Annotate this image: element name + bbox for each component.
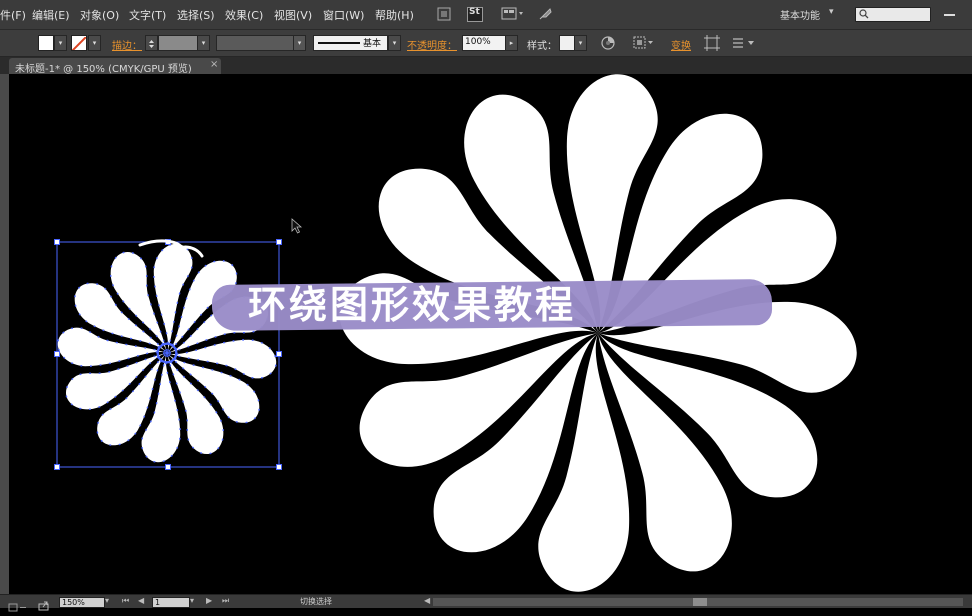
selection-handle[interactable] <box>276 239 282 245</box>
chevron-down-icon[interactable]: ▾ <box>829 7 834 17</box>
menu-bar: 件(F) 编辑(E) 对象(O) 文字(T) 选择(S) 效果(C) 视图(V)… <box>0 0 972 30</box>
brush-chevron-icon[interactable]: ▾ <box>388 35 401 51</box>
stroke-weight-chevron-icon[interactable]: ▾ <box>197 35 210 51</box>
brush-definition-field[interactable]: 基本 <box>313 35 388 51</box>
arrange-documents-icon[interactable] <box>500 5 526 23</box>
menu-object[interactable]: 对象(O) <box>80 7 119 23</box>
workspace-switcher[interactable]: 基本功能 <box>780 7 820 22</box>
stroke-none-swatch[interactable] <box>71 35 87 51</box>
search-icon <box>859 9 869 19</box>
zoom-chevron-icon[interactable]: ▾ <box>105 596 109 605</box>
zoom-level-input[interactable]: 150% <box>59 597 105 608</box>
menu-effect[interactable]: 效果(C) <box>225 7 263 23</box>
tool-panel-edge <box>0 74 9 594</box>
stroke-dropdown-chevron-icon[interactable]: ▾ <box>88 35 101 51</box>
menu-type[interactable]: 文字(T) <box>129 7 166 23</box>
search-input[interactable] <box>855 7 931 22</box>
fill-dropdown-chevron-icon[interactable]: ▾ <box>54 35 67 51</box>
large-spiral-flower[interactable] <box>325 74 871 594</box>
selection-handle[interactable] <box>54 239 60 245</box>
align-to-icon[interactable] <box>633 35 655 51</box>
document-tab-title: 未标题-1* @ 150% (CMYK/GPU 预览) <box>15 64 192 75</box>
status-bar: 150% ▾ ⏮ ◀ 1 ▾ ▶ ⏭ 切换选择 ◀ <box>0 594 972 612</box>
gpu-performance-icon[interactable] <box>536 5 554 23</box>
menu-help[interactable]: 帮助(H) <box>375 7 414 23</box>
transform-label[interactable]: 变换 <box>671 37 691 52</box>
artboard-chevron-icon[interactable]: ▾ <box>190 596 194 605</box>
share-icon[interactable] <box>38 596 50 611</box>
title-banner-text: 环绕图形效果教程 <box>248 283 577 327</box>
status-text[interactable]: 切换选择 <box>300 596 332 607</box>
mouse-cursor-icon <box>291 218 303 234</box>
panel-menu-icon[interactable] <box>731 35 759 51</box>
control-bar: ▾ ▾ 描边： ▾ ▾ 基本 ▾ 不透明度： 100% ▸ 样式： ▾ 变换 <box>0 30 972 57</box>
menu-select[interactable]: 选择(S) <box>177 7 215 23</box>
selection-handle[interactable] <box>54 351 60 357</box>
last-artboard-icon[interactable]: ⏭ <box>222 596 229 606</box>
stroke-label[interactable]: 描边： <box>112 37 142 52</box>
minimize-button[interactable] <box>942 5 958 19</box>
brush-style-label: 基本 <box>363 39 382 49</box>
artwork-svg <box>51 74 871 594</box>
menu-file[interactable]: 件(F) <box>0 7 26 23</box>
opacity-input[interactable]: 100% <box>462 35 506 51</box>
first-artboard-icon[interactable]: ⏮ <box>122 596 129 606</box>
graphic-style-chevron-icon[interactable]: ▾ <box>574 35 587 51</box>
document-tab[interactable]: 未标题-1* @ 150% (CMYK/GPU 预览) × <box>9 58 221 75</box>
scroll-left-icon[interactable]: ◀ <box>424 596 430 605</box>
menu-edit[interactable]: 编辑(E) <box>32 7 70 23</box>
previous-artboard-icon[interactable]: ◀ <box>138 596 144 605</box>
menu-view[interactable]: 视图(V) <box>274 7 312 23</box>
artboard-nav-icon[interactable] <box>8 597 28 612</box>
graphic-style-swatch[interactable] <box>559 35 575 51</box>
stock-badge-icon[interactable]: St <box>465 5 485 23</box>
stock-badge-label: St <box>469 7 480 17</box>
variable-width-profile[interactable] <box>216 35 294 51</box>
isolate-selection-icon[interactable] <box>704 35 722 51</box>
close-tab-icon[interactable]: × <box>210 59 218 70</box>
artboard-number-input[interactable]: 1 <box>152 597 190 608</box>
selection-handle[interactable] <box>165 464 171 470</box>
variable-width-chevron-icon[interactable]: ▾ <box>293 35 306 51</box>
opacity-label[interactable]: 不透明度： <box>407 37 457 52</box>
opacity-value: 100% <box>465 37 491 47</box>
stroke-weight-stepper[interactable] <box>145 35 158 51</box>
selection-handle[interactable] <box>276 464 282 470</box>
selection-handle[interactable] <box>276 351 282 357</box>
next-artboard-icon[interactable]: ▶ <box>206 596 212 605</box>
scrollbar-thumb[interactable] <box>693 598 707 606</box>
horizontal-scrollbar[interactable] <box>433 598 963 606</box>
fill-color-swatch[interactable] <box>38 35 54 51</box>
small-spiral-flower[interactable] <box>51 237 283 469</box>
stroke-weight-field[interactable] <box>158 35 198 51</box>
artboard-canvas[interactable]: 环绕图形效果教程 <box>9 74 972 594</box>
selection-handle[interactable] <box>54 464 60 470</box>
bridge-icon[interactable] <box>434 5 454 23</box>
opacity-chevron-icon[interactable]: ▸ <box>505 35 518 51</box>
style-label: 样式： <box>527 41 557 52</box>
recolor-artwork-icon[interactable] <box>600 35 616 51</box>
brush-stroke-preview <box>318 42 360 44</box>
menu-window[interactable]: 窗口(W) <box>323 7 364 23</box>
